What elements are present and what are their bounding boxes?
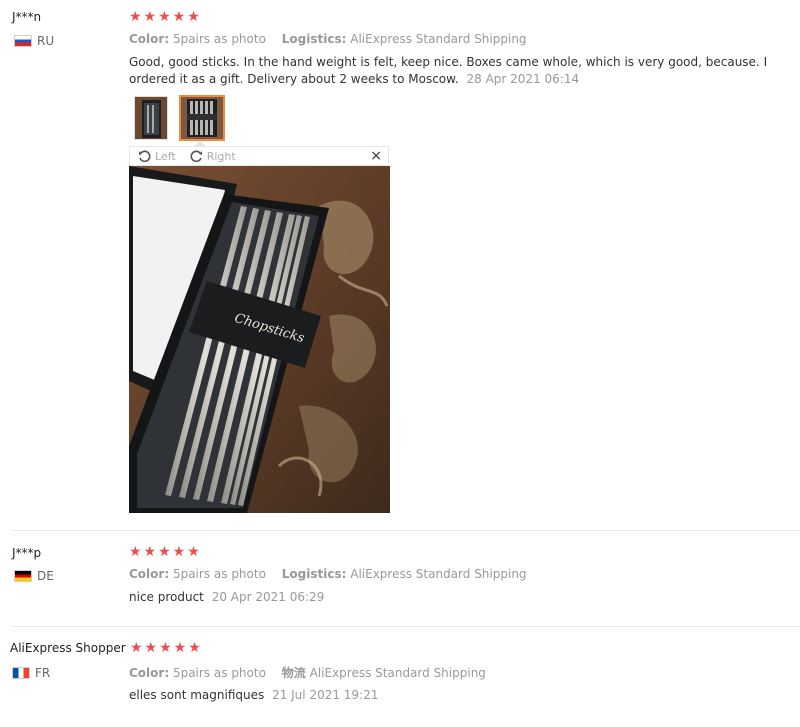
review-text-content: Good, good sticks. In the hand weight is…	[129, 55, 768, 86]
review-date: 20 Apr 2021 06:29	[211, 590, 325, 604]
rating-stars: ★★★★★	[130, 640, 203, 656]
review-sku-info: Color: 5pairs as photo Logistics: AliExp…	[129, 567, 539, 581]
rotate-left-label: Left	[155, 149, 176, 163]
review-date: 28 Apr 2021 06:14	[466, 72, 580, 86]
color-value: 5pairs as photo	[172, 666, 266, 680]
review-divider	[12, 626, 800, 627]
reviewer-country: RU	[14, 34, 54, 48]
reviewer-name: J***n	[12, 10, 42, 24]
germany-flag-icon	[14, 570, 32, 582]
review-photo-large: Chopsticks	[129, 166, 390, 513]
reviewer-country: FR	[12, 666, 50, 680]
rotate-right-icon	[190, 150, 202, 162]
logistics-label: Logistics:	[281, 567, 347, 581]
country-code: RU	[37, 34, 55, 48]
rotate-left-icon	[139, 150, 151, 162]
color-value: 5pairs as photo	[172, 567, 266, 581]
image-viewer-toolbar: Left Right ×	[129, 146, 389, 166]
review-photo-thumbnail-selected[interactable]	[179, 95, 225, 141]
reviewer-country: DE	[14, 569, 54, 583]
logistics-value: AliExpress Standard Shipping	[309, 666, 486, 680]
logistics-value: AliExpress Standard Shipping	[350, 567, 527, 581]
close-icon[interactable]: ×	[370, 148, 382, 164]
review-text: elles sont magnifiques 21 Jul 2021 19:21	[129, 687, 784, 704]
review-photo-thumbnail[interactable]	[134, 96, 168, 140]
rotate-right-label: Right	[206, 149, 236, 163]
rating-stars: ★★★★★	[129, 9, 202, 25]
france-flag-icon	[12, 667, 30, 679]
color-label: Color:	[129, 567, 170, 581]
country-code: FR	[35, 666, 51, 680]
reviewer-name: AliExpress Shopper	[10, 641, 126, 655]
review-text: Good, good sticks. In the hand weight is…	[129, 54, 784, 88]
russia-flag-icon	[14, 35, 32, 47]
review-sku-info: Color: 5pairs as photo Logistics: AliExp…	[129, 32, 539, 46]
logistics-label: Logistics:	[281, 32, 347, 46]
review-date: 21 Jul 2021 19:21	[272, 688, 379, 702]
rotate-right-button[interactable]: Right	[190, 150, 236, 163]
country-code: DE	[37, 569, 54, 583]
rotate-left-button[interactable]: Left	[138, 150, 176, 163]
review-divider	[12, 530, 800, 531]
rating-stars: ★★★★★	[129, 544, 202, 560]
review-text-content: elles sont magnifiques	[129, 688, 265, 702]
logistics-value: AliExpress Standard Shipping	[350, 32, 527, 46]
color-label: Color:	[129, 666, 170, 680]
logistics-label: 物流	[281, 666, 306, 680]
color-value: 5pairs as photo	[172, 32, 266, 46]
review-text: nice product 20 Apr 2021 06:29	[129, 589, 784, 606]
review-sku-info: Color: 5pairs as photo 物流 AliExpress Sta…	[129, 664, 498, 681]
review-text-content: nice product	[129, 590, 204, 604]
reviewer-name: J***p	[12, 546, 42, 560]
color-label: Color:	[129, 32, 170, 46]
